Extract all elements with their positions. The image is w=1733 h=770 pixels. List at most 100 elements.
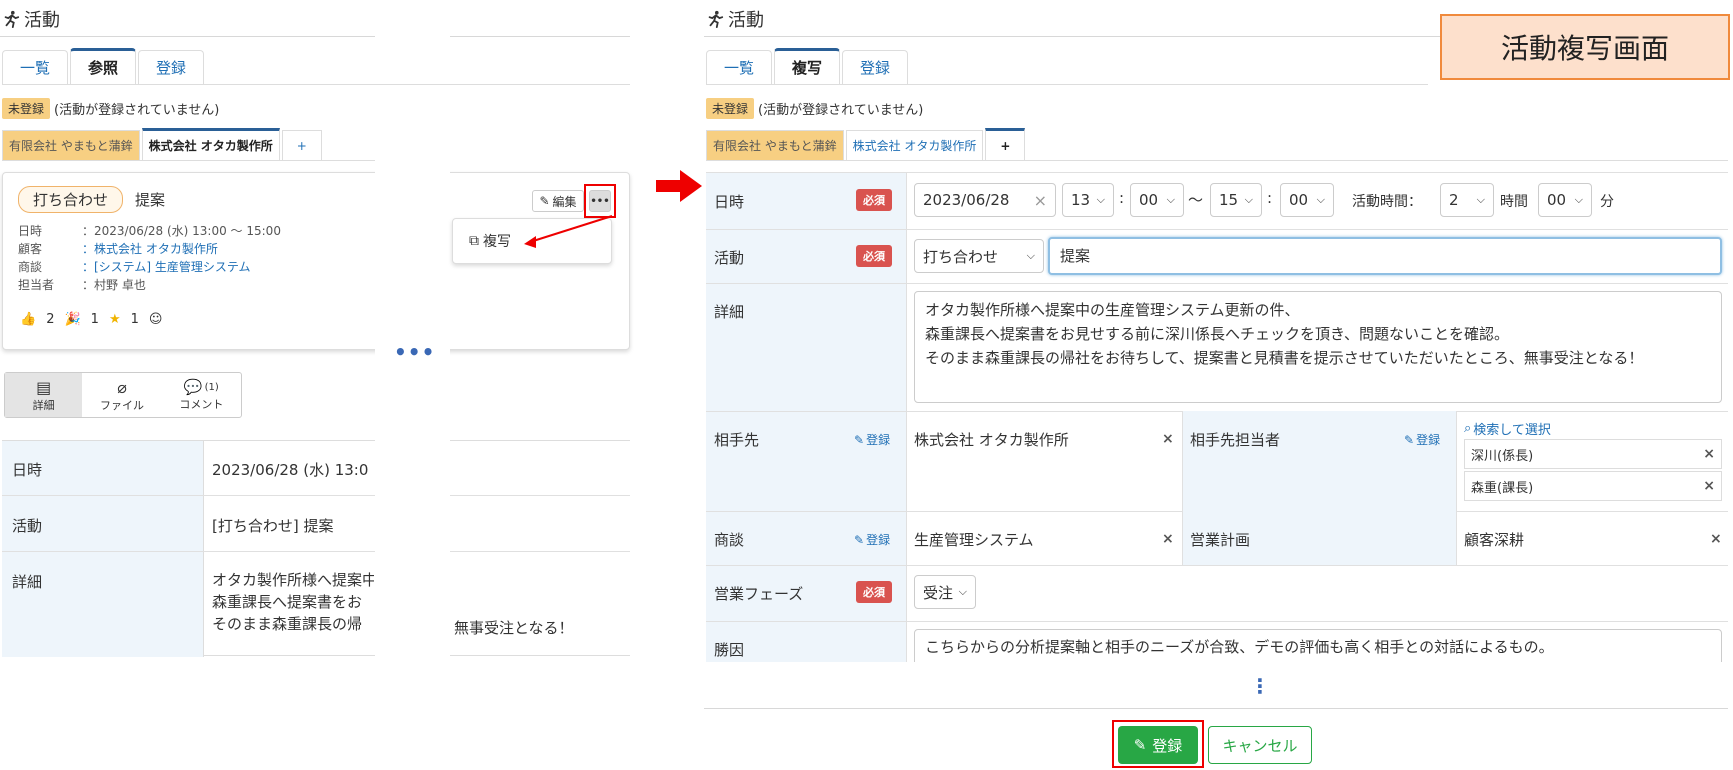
date-input[interactable]: 2023/06/28 ×: [914, 183, 1056, 217]
customer-tabs-left: 有限会社 やまもと蒲鉾 株式会社 オタカ製作所 +: [2, 128, 375, 161]
start-hour-select[interactable]: 13 ⌵: [1062, 183, 1114, 217]
phase-select[interactable]: 受注 ⌵: [914, 575, 976, 609]
continuation-ellipsis: •••: [394, 340, 436, 364]
status-note: (活動が登録されていません): [54, 103, 220, 118]
clear-icon[interactable]: ×: [1030, 191, 1047, 210]
partner-value: 株式会社 オタカ製作所: [914, 431, 1069, 449]
customer-tab-add[interactable]: +: [281, 130, 322, 160]
cancel-button[interactable]: キャンセル: [1208, 726, 1312, 764]
star-icon[interactable]: ★: [109, 312, 121, 327]
activity-subject: 提案: [135, 191, 166, 209]
smiley-icon[interactable]: ☺: [149, 312, 163, 327]
activity-subject-input[interactable]: 提案: [1048, 237, 1722, 275]
deal-link[interactable]: ：[システム] 生産管理システム: [82, 258, 250, 276]
remove-contact-icon[interactable]: ×: [1703, 478, 1715, 494]
tab-view[interactable]: 参照: [70, 48, 136, 84]
status-note: (活動が登録されていません): [758, 103, 924, 118]
edit-icon: ✎: [854, 432, 865, 447]
partner-register-link[interactable]: ✎ 登録: [854, 431, 890, 448]
clipboard-icon: ▤: [36, 377, 52, 397]
detail-table: 日時 2023/06/28 (水) 13:0 活動 [打ち合わせ] 提案 詳細 …: [2, 440, 375, 657]
required-badge: 必須: [856, 245, 892, 267]
clear-deal-icon[interactable]: ×: [1162, 531, 1174, 547]
chevron-down-icon: ⌵: [1476, 193, 1485, 206]
edit-icon: ✎: [1404, 432, 1415, 447]
contact-item: 深川(係長) ×: [1464, 439, 1722, 469]
remove-contact-icon[interactable]: ×: [1703, 446, 1715, 462]
status-row: 未登録 (活動が登録されていません): [2, 98, 219, 119]
left-tabs: 一覧 参照 登録: [2, 48, 630, 85]
status-badge: 未登録: [2, 98, 51, 119]
required-badge: 必須: [856, 581, 892, 603]
label-deal: 商談: [714, 531, 745, 549]
submit-highlight: [1112, 720, 1204, 768]
subtab-comment[interactable]: 💬 (1) コメント: [162, 373, 241, 417]
tab-register[interactable]: 登録: [842, 50, 908, 84]
red-arrow-copy: [524, 215, 613, 248]
required-badge: 必須: [856, 189, 892, 211]
clear-partner-icon[interactable]: ×: [1162, 431, 1174, 447]
tab-register[interactable]: 登録: [138, 50, 204, 84]
edit-icon: ✎: [854, 532, 865, 547]
customer-link[interactable]: ：株式会社 オタカ製作所: [82, 240, 218, 258]
label-detail: 詳細: [714, 303, 745, 321]
right-tabs: 一覧 複写 登録: [706, 48, 1428, 85]
contact-register-link[interactable]: ✎ 登録: [1404, 431, 1440, 448]
search-icon: ⌕: [1464, 421, 1472, 436]
start-minute-select[interactable]: 00 ⌵: [1130, 183, 1184, 217]
customer-tab-otaka[interactable]: 株式会社 オタカ製作所: [141, 128, 280, 160]
card-header: 打ち合わせ 提案: [18, 186, 165, 213]
page-title-right: 活動: [706, 6, 764, 32]
transition-arrow: [656, 170, 702, 202]
tab-list[interactable]: 一覧: [706, 50, 772, 84]
clear-plan-icon[interactable]: ×: [1710, 531, 1722, 547]
duration-minute-select[interactable]: 00 ⌵: [1538, 183, 1592, 217]
running-icon: [4, 10, 20, 28]
detail-textarea[interactable]: オタカ製作所様へ提案中の生産管理システム更新の件、 森重課長へ提案書をお見せする…: [914, 291, 1722, 403]
tab-copy[interactable]: 複写: [774, 48, 840, 84]
tab-list[interactable]: 一覧: [2, 50, 68, 84]
page-title-left: 活動: [2, 6, 60, 32]
label-win-reason: 勝因: [714, 641, 745, 659]
label-partner-contact: 相手先担当者: [1190, 431, 1281, 449]
party-icon[interactable]: 🎉: [64, 312, 80, 327]
screen-callout: 活動複写画面: [1440, 14, 1730, 80]
activity-type-select[interactable]: 打ち合わせ ⌵: [914, 239, 1044, 273]
activity-type-pill: 打ち合わせ: [18, 186, 124, 213]
search-select-link[interactable]: ⌕ 検索して選択: [1464, 419, 1551, 438]
chevron-down-icon: ⌵: [1096, 193, 1105, 206]
customer-tab-add[interactable]: +: [985, 128, 1026, 160]
chevron-down-icon: ⌵: [1166, 193, 1175, 206]
chevron-down-icon: ⌵: [1244, 193, 1253, 206]
chevron-down-icon: ⌵: [1574, 193, 1583, 206]
customer-tab-yamamoto[interactable]: 有限会社 やまもと蒲鉾: [2, 130, 140, 160]
label-sales-plan: 営業計画: [1190, 531, 1251, 549]
status-badge: 未登録: [706, 98, 755, 119]
label-partner: 相手先: [714, 431, 760, 449]
vertical-ellipsis: ⋮: [1250, 674, 1270, 698]
comment-icon: 💬: [183, 378, 203, 396]
deal-register-link[interactable]: ✎ 登録: [854, 531, 890, 548]
end-hour-select[interactable]: 15 ⌵: [1210, 183, 1262, 217]
chevron-down-icon: ⌵: [1026, 249, 1035, 262]
edit-button[interactable]: ✎ 編集: [532, 190, 584, 212]
customer-tab-yamamoto[interactable]: 有限会社 やまもと蒲鉾: [706, 130, 844, 160]
sales-plan-value: 顧客深耕: [1464, 531, 1525, 549]
card-details: 日時 ：2023/06/28 (水) 13:00 ～ 15:00 顧客 ：株式会社 …: [18, 224, 281, 292]
thumbs-up-icon[interactable]: 👍: [20, 312, 36, 327]
copy-menu-item[interactable]: 複写: [483, 231, 511, 251]
deal-value: 生産管理システム: [914, 531, 1034, 549]
customer-tab-otaka[interactable]: 株式会社 オタカ製作所: [845, 130, 984, 160]
customer-tabs-right: 有限会社 やまもと蒲鉾 株式会社 オタカ製作所 +: [706, 128, 1728, 161]
copy-icon: ⧉: [469, 233, 479, 249]
subtab-detail[interactable]: ▤ 詳細: [5, 373, 83, 417]
subtab-file[interactable]: ⌀ ファイル: [82, 373, 161, 417]
reactions: 👍 2 🎉 1 ★ 1 ☺: [20, 312, 163, 327]
end-minute-select[interactable]: 00 ⌵: [1280, 183, 1334, 217]
duration-hour-select[interactable]: 2 ⌵: [1440, 183, 1494, 217]
chevron-down-icon: ⌵: [958, 585, 967, 598]
status-row: 未登録 (活動が登録されていません): [706, 98, 923, 119]
detail-subtabs: ▤ 詳細 ⌀ ファイル 💬 (1) コメント: [4, 372, 242, 418]
win-reason-textarea[interactable]: こちらからの分析提案軸と相手のニーズが合致、デモの評価も高く相手との対話によるも…: [914, 629, 1722, 662]
label-activity: 活動: [714, 249, 745, 267]
